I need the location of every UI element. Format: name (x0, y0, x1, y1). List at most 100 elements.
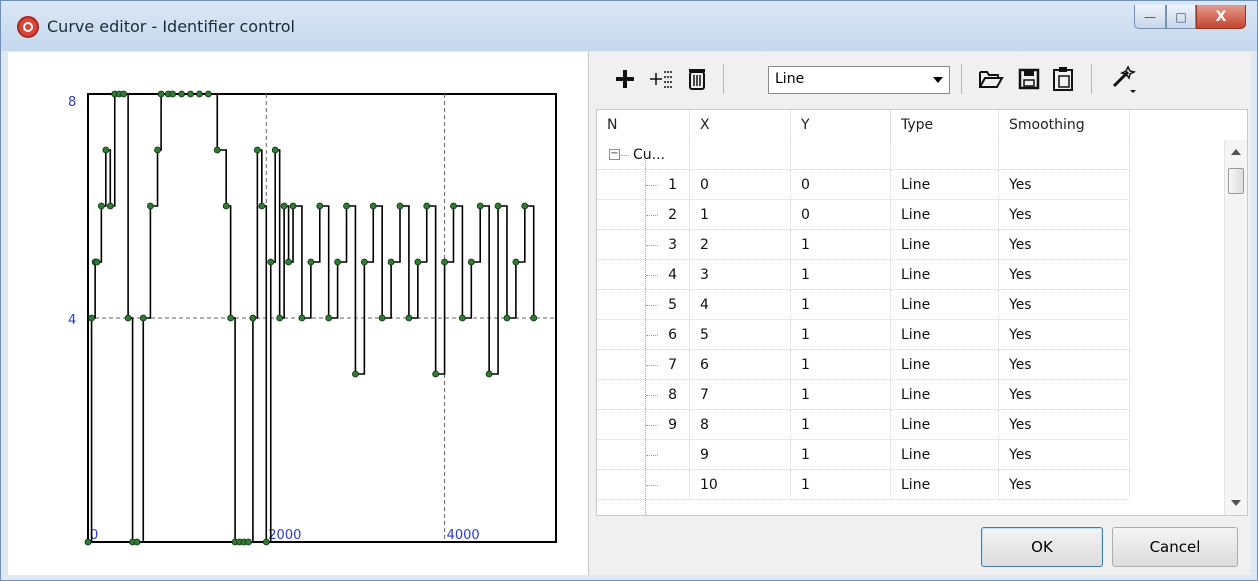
cell-x[interactable]: 9 (690, 440, 791, 470)
cell-smoothing[interactable]: Yes (999, 350, 1130, 380)
curve-point[interactable] (521, 202, 529, 210)
table-row[interactable]: 3 2 1 Line Yes (597, 230, 1237, 260)
curve-point[interactable] (316, 202, 324, 210)
cell-n[interactable]: 4 (597, 260, 690, 290)
cell-smoothing[interactable]: Yes (999, 290, 1130, 320)
cell-n[interactable] (597, 440, 690, 470)
curve-point[interactable] (97, 202, 105, 210)
table-row[interactable]: 7 6 1 Line Yes (597, 350, 1237, 380)
cell-x[interactable]: 1 (690, 200, 791, 230)
curve-point[interactable] (334, 258, 342, 266)
curve-point[interactable] (494, 202, 502, 210)
cell-y[interactable]: 1 (791, 350, 891, 380)
cell-type[interactable]: Line (891, 440, 999, 470)
cell-smoothing[interactable]: Yes (999, 440, 1130, 470)
cell-x[interactable]: 0 (690, 170, 791, 200)
collapse-icon[interactable]: − (609, 149, 620, 160)
curve-point[interactable] (530, 314, 538, 322)
cell-type[interactable]: Line (891, 410, 999, 440)
curve-point[interactable] (414, 258, 422, 266)
table-row[interactable]: 9 1 Line Yes (597, 440, 1237, 470)
cell-n[interactable]: 1 (597, 170, 690, 200)
curve-point[interactable] (267, 258, 275, 266)
ok-button[interactable]: OK (981, 527, 1103, 567)
curve-point[interactable] (387, 258, 395, 266)
curve-point[interactable] (450, 202, 457, 210)
add-point-button[interactable] (610, 62, 640, 96)
curve-point[interactable] (106, 202, 114, 210)
curve-group-row[interactable]: − Cu... (597, 140, 1237, 170)
curve-point[interactable] (378, 314, 386, 322)
curve-point[interactable] (432, 370, 440, 378)
insert-point-button[interactable] (646, 62, 676, 96)
cell-type[interactable]: Line (891, 290, 999, 320)
curve-point[interactable] (396, 202, 404, 210)
cell-type[interactable]: Line (891, 350, 999, 380)
cancel-button[interactable]: Cancel (1112, 527, 1238, 567)
cell-smoothing[interactable]: Yes (999, 200, 1130, 230)
cell-smoothing[interactable]: Yes (999, 410, 1130, 440)
curve-point[interactable] (169, 90, 177, 98)
cell-type[interactable]: Line (891, 200, 999, 230)
cell-smoothing[interactable]: Yes (999, 230, 1130, 260)
curve-point[interactable] (441, 258, 448, 266)
table-row[interactable]: 4 3 1 Line Yes (597, 260, 1237, 290)
cell-n[interactable]: 3 (597, 230, 690, 260)
column-header-type[interactable]: Type (891, 110, 999, 140)
cell-n[interactable] (597, 470, 690, 500)
curve-point[interactable] (124, 314, 132, 322)
curve-point[interactable] (213, 146, 221, 154)
curve-point[interactable] (146, 202, 154, 210)
column-header-n[interactable]: N (597, 110, 690, 140)
curve-point[interactable] (285, 258, 292, 266)
cell-n[interactable]: 6 (597, 320, 690, 350)
cell-smoothing[interactable]: Yes (999, 470, 1130, 500)
cell-n[interactable]: 9 (597, 410, 690, 440)
curve-point[interactable] (289, 202, 297, 210)
curve-point[interactable] (485, 370, 493, 378)
close-button[interactable]: X (1196, 5, 1246, 29)
cell-n[interactable]: 8 (597, 380, 690, 410)
curve-point[interactable] (93, 258, 101, 266)
curve-point[interactable] (253, 146, 261, 154)
curve-point[interactable] (369, 202, 377, 210)
cell-smoothing[interactable]: Yes (999, 320, 1130, 350)
curve-point[interactable] (258, 202, 266, 210)
curve-point[interactable] (360, 258, 368, 266)
curve-point[interactable] (222, 202, 230, 210)
curve-point[interactable] (423, 202, 431, 210)
curve-point[interactable] (343, 202, 350, 210)
cell-x[interactable]: 10 (690, 470, 791, 500)
curve-point[interactable] (227, 314, 235, 322)
curve-point[interactable] (102, 146, 110, 154)
cell-y[interactable]: 1 (791, 290, 891, 320)
scrollbar-thumb[interactable] (1228, 168, 1244, 194)
curve-point[interactable] (458, 314, 466, 322)
curve-point[interactable] (352, 370, 359, 378)
cell-y[interactable]: 1 (791, 320, 891, 350)
curve-point[interactable] (88, 314, 95, 322)
curve-point[interactable] (271, 146, 279, 154)
column-header-smoothing[interactable]: Smoothing (999, 110, 1130, 140)
curve-point[interactable] (120, 90, 128, 98)
open-curve-button[interactable] (976, 62, 1006, 96)
cell-y[interactable]: 0 (791, 170, 891, 200)
cell-type[interactable]: Line (891, 260, 999, 290)
title-bar[interactable]: Curve editor - Identifier control — □ X (1, 1, 1257, 51)
paste-button[interactable] (1048, 62, 1078, 96)
table-row[interactable]: 8 7 1 Line Yes (597, 380, 1237, 410)
maximize-button[interactable]: □ (1166, 5, 1196, 29)
curve-point[interactable] (84, 538, 92, 546)
column-header-y[interactable]: Y (791, 110, 891, 140)
cell-type[interactable]: Line (891, 380, 999, 410)
cell-n[interactable]: 2 (597, 200, 690, 230)
minimize-button[interactable]: — (1134, 5, 1166, 29)
delete-point-button[interactable] (682, 62, 712, 96)
cell-n[interactable]: 7 (597, 350, 690, 380)
segment-type-select[interactable]: Line (768, 66, 950, 94)
table-row[interactable]: 9 8 1 Line Yes (597, 410, 1237, 440)
cell-smoothing[interactable]: Yes (999, 380, 1130, 410)
curve-point[interactable] (503, 314, 511, 322)
cell-type[interactable]: Line (891, 470, 999, 500)
curve-point[interactable] (249, 314, 257, 322)
